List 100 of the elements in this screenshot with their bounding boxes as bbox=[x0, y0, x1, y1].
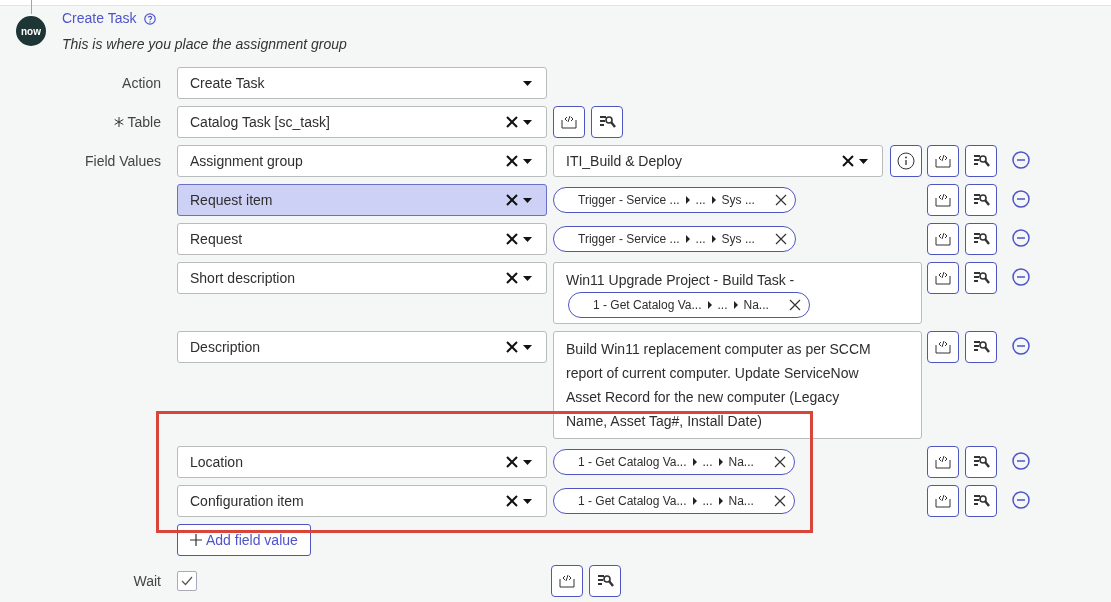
path-label: 1 - Get Catalog Va... bbox=[578, 493, 687, 510]
info-icon bbox=[897, 152, 915, 170]
data-pill[interactable]: Trigger - Service ... ... Sys ... bbox=[553, 187, 796, 213]
caret-icon[interactable] bbox=[523, 80, 532, 86]
field-select[interactable]: Request item bbox=[177, 184, 547, 216]
caret-icon[interactable] bbox=[523, 275, 532, 281]
script-button[interactable] bbox=[551, 565, 583, 597]
path-label: Sys ... bbox=[721, 231, 755, 248]
script-button[interactable] bbox=[927, 184, 959, 216]
caret-icon[interactable] bbox=[523, 344, 532, 350]
data-pill[interactable]: Trigger - Service ... ... Sys ... bbox=[553, 226, 796, 252]
field-select[interactable]: Catalog Task [sc_task] bbox=[177, 106, 547, 138]
step-description: This is where you place the assignment group bbox=[62, 35, 347, 54]
script-button[interactable] bbox=[927, 331, 959, 363]
triangle-icon bbox=[718, 458, 723, 466]
field-select[interactable]: ITI_Build & Deploy bbox=[553, 145, 883, 177]
field-label: Table bbox=[127, 113, 161, 132]
code-icon bbox=[934, 153, 952, 169]
remove-icon[interactable] bbox=[788, 299, 801, 311]
text-area[interactable]: Build Win11 replacement computer as per SCCM report of current computer. Update ServiceNow Asset Record for the new computer (Legacy Name, Asset Tag#, Install Date) bbox=[553, 331, 922, 439]
logo: now bbox=[16, 16, 46, 46]
field-select[interactable]: Request bbox=[177, 223, 547, 255]
list-magnifier-icon bbox=[598, 114, 616, 130]
script-button[interactable] bbox=[927, 446, 959, 478]
clear-icon[interactable] bbox=[506, 495, 518, 507]
wait-checkbox[interactable] bbox=[177, 571, 197, 591]
clear-icon[interactable] bbox=[506, 456, 518, 468]
code-icon bbox=[558, 573, 576, 589]
data-pill-picker-button[interactable] bbox=[965, 331, 997, 363]
path-label: Trigger - Service ... bbox=[578, 192, 680, 209]
clear-icon[interactable] bbox=[506, 194, 518, 206]
caret-icon[interactable] bbox=[523, 236, 532, 242]
clear-icon[interactable] bbox=[506, 272, 518, 284]
caret-icon[interactable] bbox=[523, 459, 532, 465]
data-pill-picker-button[interactable] bbox=[965, 446, 997, 478]
remove-row-icon[interactable] bbox=[1012, 229, 1030, 247]
code-icon bbox=[934, 339, 952, 355]
clear-icon[interactable] bbox=[506, 341, 518, 353]
clear-icon[interactable] bbox=[506, 116, 518, 128]
field-select[interactable]: Configuration item bbox=[177, 485, 547, 517]
field-select[interactable]: Create Task bbox=[177, 67, 547, 99]
caret-icon[interactable] bbox=[523, 158, 532, 164]
caret-icon[interactable] bbox=[523, 498, 532, 504]
caret-icon[interactable] bbox=[523, 119, 532, 125]
data-pill[interactable]: 1 - Get Catalog Va... ... Na... bbox=[553, 488, 795, 514]
path-label: ... bbox=[717, 297, 728, 314]
field-label: Wait bbox=[133, 572, 161, 591]
path-label: Na... bbox=[728, 454, 754, 471]
caret-icon[interactable] bbox=[523, 197, 532, 203]
field-select[interactable]: Short description bbox=[177, 262, 547, 294]
triangle-icon bbox=[692, 458, 697, 466]
code-icon bbox=[934, 454, 952, 470]
script-button[interactable] bbox=[927, 223, 959, 255]
remove-icon[interactable] bbox=[774, 233, 787, 245]
clear-icon[interactable] bbox=[506, 233, 518, 245]
data-pill[interactable]: 1 - Get Catalog Va... ... Na... bbox=[568, 292, 810, 318]
code-icon bbox=[934, 231, 952, 247]
list-magnifier-icon bbox=[972, 192, 990, 208]
remove-icon[interactable] bbox=[773, 495, 786, 507]
list-magnifier-icon bbox=[972, 339, 990, 355]
triangle-icon bbox=[718, 497, 723, 505]
caret-icon[interactable] bbox=[859, 158, 868, 164]
data-pill-picker-button[interactable] bbox=[589, 565, 621, 597]
data-pill-picker-button[interactable] bbox=[965, 184, 997, 216]
remove-row-icon[interactable] bbox=[1012, 190, 1030, 208]
remove-row-icon[interactable] bbox=[1012, 268, 1030, 286]
triangle-icon bbox=[685, 235, 690, 243]
path-label: Na... bbox=[743, 297, 769, 314]
field-select[interactable]: Location bbox=[177, 446, 547, 478]
path-label: ... bbox=[695, 192, 706, 209]
data-pill-picker-button[interactable] bbox=[965, 262, 997, 294]
script-button[interactable] bbox=[927, 262, 959, 294]
clear-icon[interactable] bbox=[842, 155, 854, 167]
triangle-icon bbox=[711, 235, 716, 243]
data-pill-picker-button[interactable] bbox=[591, 106, 623, 138]
help-icon[interactable] bbox=[144, 12, 157, 25]
data-pill-picker-button[interactable] bbox=[965, 485, 997, 517]
clear-icon[interactable] bbox=[506, 155, 518, 167]
script-button[interactable] bbox=[553, 106, 585, 138]
field-select[interactable]: Assignment group bbox=[177, 145, 547, 177]
remove-row-icon[interactable] bbox=[1012, 151, 1030, 169]
data-pill[interactable]: 1 - Get Catalog Va... ... Na... bbox=[553, 449, 795, 475]
remove-row-icon[interactable] bbox=[1012, 452, 1030, 470]
info-button[interactable] bbox=[890, 145, 922, 177]
remove-icon[interactable] bbox=[773, 456, 786, 468]
code-icon bbox=[934, 192, 952, 208]
script-button[interactable] bbox=[927, 145, 959, 177]
script-button[interactable] bbox=[927, 485, 959, 517]
data-pill-picker-button[interactable] bbox=[965, 145, 997, 177]
data-pill-picker-button[interactable] bbox=[965, 223, 997, 255]
remove-row-icon[interactable] bbox=[1012, 337, 1030, 355]
plus-icon bbox=[190, 534, 202, 546]
code-icon bbox=[560, 114, 578, 130]
step-title[interactable]: Create Task bbox=[62, 8, 137, 29]
remove-row-icon[interactable] bbox=[1012, 491, 1030, 509]
text-field[interactable]: Win11 Upgrade Project - Build Task - 1 - Get Catalog Va... ... Na... bbox=[553, 262, 922, 324]
remove-icon[interactable] bbox=[774, 194, 787, 206]
triangle-icon bbox=[707, 301, 712, 309]
triangle-icon bbox=[685, 196, 690, 204]
field-select[interactable]: Description bbox=[177, 331, 547, 363]
